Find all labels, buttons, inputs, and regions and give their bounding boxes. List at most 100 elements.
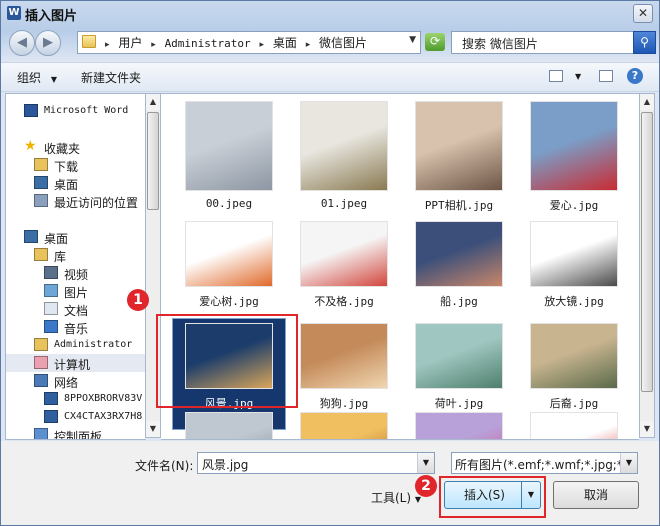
breadcrumb-separator-icon[interactable]: ▸ <box>105 40 110 50</box>
navigation-pane[interactable]: Microsoft Word ★ 收藏夹 下载 桌面 最近访问的位置 桌面库视频 图片 文档 音乐… <box>5 93 146 440</box>
sidebar-item[interactable]: Administrator <box>6 336 146 354</box>
search-icon[interactable]: ⚲ <box>633 31 656 54</box>
file-item[interactable] <box>288 412 400 439</box>
file-type-value: 所有图片(*.emf;*.wmf;*.jpg;*.jp <box>455 458 638 472</box>
sidebar-item-label: 控制面板 <box>54 430 103 440</box>
sidebar-item[interactable]: ★ 收藏夹 <box>6 138 146 156</box>
file-name: 狗狗.jpg <box>319 397 369 410</box>
title-bar[interactable]: W 插入图片 ✕ <box>1 1 659 25</box>
sidebar-item[interactable]: 视频 <box>6 264 146 282</box>
breadcrumb: ▸ 用户 ▸ Administrator ▸ 桌面 ▸ 微信图片 <box>100 34 367 51</box>
chevron-down-icon: ▼ <box>50 75 57 84</box>
file-item[interactable]: 放大镜.jpg <box>518 217 630 327</box>
preview-pane-icon[interactable] <box>599 70 613 82</box>
network-pc-icon <box>44 392 58 405</box>
sidebar-item[interactable]: 8PPOXBRORV83V <box>6 390 146 408</box>
breadcrumb-desktop[interactable]: 桌面 <box>273 36 297 50</box>
chevron-down-icon[interactable]: ▼ <box>620 453 637 473</box>
breadcrumb-administrator[interactable]: Administrator <box>165 37 251 50</box>
breadcrumb-separator-icon[interactable]: ▸ <box>306 40 311 50</box>
file-list-scrollbar[interactable]: ▲ ▼ <box>639 93 655 438</box>
scroll-up-icon[interactable]: ▲ <box>640 94 654 110</box>
control-panel-icon <box>34 428 48 439</box>
music-icon <box>44 320 58 333</box>
filename-label: 文件名(N): <box>135 459 194 473</box>
tools-menu-button[interactable]: 工具(L) ▼ <box>371 489 421 506</box>
new-folder-button[interactable]: 新建文件夹 <box>81 69 141 86</box>
file-item[interactable]: 船.jpg <box>403 217 515 327</box>
breadcrumb-separator-icon[interactable]: ▸ <box>259 40 264 50</box>
help-icon[interactable]: ? <box>627 68 643 84</box>
organize-button[interactable]: 组织 ▼ <box>17 69 57 86</box>
insert-dropdown-icon[interactable]: ▼ <box>521 482 540 508</box>
refresh-icon[interactable]: ⟳ <box>425 33 445 51</box>
scroll-thumb[interactable] <box>641 112 653 392</box>
file-list[interactable]: 00.jpeg 01.jpeg PPT相机.jpg 爱心.jpg 爱心树.jpg 不及格.… <box>161 93 639 440</box>
sidebar-item-label: 桌面 <box>44 232 69 246</box>
step-marker-1: 1 <box>127 289 149 311</box>
insert-button[interactable]: 插入(S) ▼ <box>444 481 541 509</box>
image-thumbnail <box>185 323 273 389</box>
file-item[interactable]: 不及格.jpg <box>288 217 400 327</box>
file-name: 船.jpg <box>440 295 478 308</box>
file-type-select[interactable]: 所有图片(*.emf;*.wmf;*.jpg;*.jp ▼ <box>451 452 638 474</box>
sidebar-item[interactable]: 桌面 <box>6 228 146 246</box>
sidebar-item-label: 库 <box>54 250 67 264</box>
sidebar-item[interactable]: 控制面板 <box>6 426 146 440</box>
view-icon[interactable] <box>549 70 563 82</box>
filename-combobox[interactable]: 风景.jpg ▼ <box>197 452 435 474</box>
address-dropdown-icon[interactable]: ▼ <box>409 35 416 45</box>
file-item[interactable] <box>403 412 515 439</box>
image-thumbnail <box>530 221 618 287</box>
breadcrumb-users[interactable]: 用户 <box>118 36 142 50</box>
breadcrumb-separator-icon[interactable]: ▸ <box>151 40 156 50</box>
sidebar-item[interactable]: 下载 <box>6 156 146 174</box>
scroll-up-icon[interactable]: ▲ <box>146 94 160 110</box>
sidebar-item[interactable]: 最近访问的位置 <box>6 192 146 210</box>
sidebar-item[interactable]: 网络 <box>6 372 146 390</box>
cancel-button[interactable]: 取消 <box>553 481 639 509</box>
search-box[interactable]: 搜索 微信图片 ⚲ <box>451 31 656 54</box>
file-item[interactable]: 01.jpeg <box>288 99 400 210</box>
file-item[interactable]: PPT相机.jpg <box>403 99 515 212</box>
chevron-down-icon: ▼ <box>414 495 422 504</box>
sidebar-item[interactable]: CX4CTAX3RX7H8 <box>6 408 146 426</box>
file-name: 爱心树.jpg <box>199 295 259 308</box>
file-item[interactable] <box>518 412 630 439</box>
user-folder-icon <box>34 338 48 351</box>
view-dropdown-icon[interactable]: ▼ <box>575 72 581 81</box>
image-thumbnail <box>415 323 503 389</box>
image-thumbnail <box>185 412 273 439</box>
recent-places-icon <box>34 194 48 207</box>
close-button[interactable]: ✕ <box>633 4 653 23</box>
scroll-down-icon[interactable]: ▼ <box>640 421 654 437</box>
image-thumbnail <box>300 412 388 439</box>
breadcrumb-wechat-pictures[interactable]: 微信图片 <box>319 36 367 50</box>
sidebar-item[interactable]: 桌面 <box>6 174 146 192</box>
scroll-down-icon[interactable]: ▼ <box>146 421 160 437</box>
insert-picture-dialog: W 插入图片 ✕ ◀ ▶ ▸ 用户 ▸ Administrator ▸ 桌面 ▸… <box>0 0 660 526</box>
sidebar-item-label: 文档 <box>64 304 89 318</box>
back-button[interactable]: ◀ <box>9 30 35 56</box>
sidebar-item[interactable]: 文档 <box>6 300 146 318</box>
sidebar-item[interactable]: 库 <box>6 246 146 264</box>
image-thumbnail <box>185 221 273 287</box>
image-thumbnail <box>530 412 618 439</box>
file-item[interactable]: 00.jpeg <box>173 99 285 210</box>
file-item[interactable]: 爱心.jpg <box>518 99 630 212</box>
sidebar-item[interactable]: 计算机 <box>6 354 146 372</box>
sidebar-item[interactable]: 音乐 <box>6 318 146 336</box>
sidebar-item-label: Microsoft Word <box>44 105 129 116</box>
forward-button[interactable]: ▶ <box>35 30 61 56</box>
address-bar[interactable]: ▸ 用户 ▸ Administrator ▸ 桌面 ▸ 微信图片 ▼ <box>77 31 421 54</box>
file-item[interactable] <box>173 412 285 439</box>
file-name: 01.jpeg <box>320 197 368 210</box>
chevron-down-icon[interactable]: ▼ <box>417 453 434 473</box>
navigation-pane-scrollbar[interactable]: ▲ ▼ <box>145 93 161 438</box>
scroll-thumb[interactable] <box>147 112 159 210</box>
file-item[interactable]: 爱心树.jpg <box>173 217 285 327</box>
sidebar-item[interactable]: 图片 <box>6 282 146 300</box>
sidebar-item[interactable]: Microsoft Word <box>6 102 146 120</box>
filename-input[interactable]: 风景.jpg <box>202 456 248 473</box>
search-input[interactable]: 搜索 微信图片 <box>462 35 538 52</box>
